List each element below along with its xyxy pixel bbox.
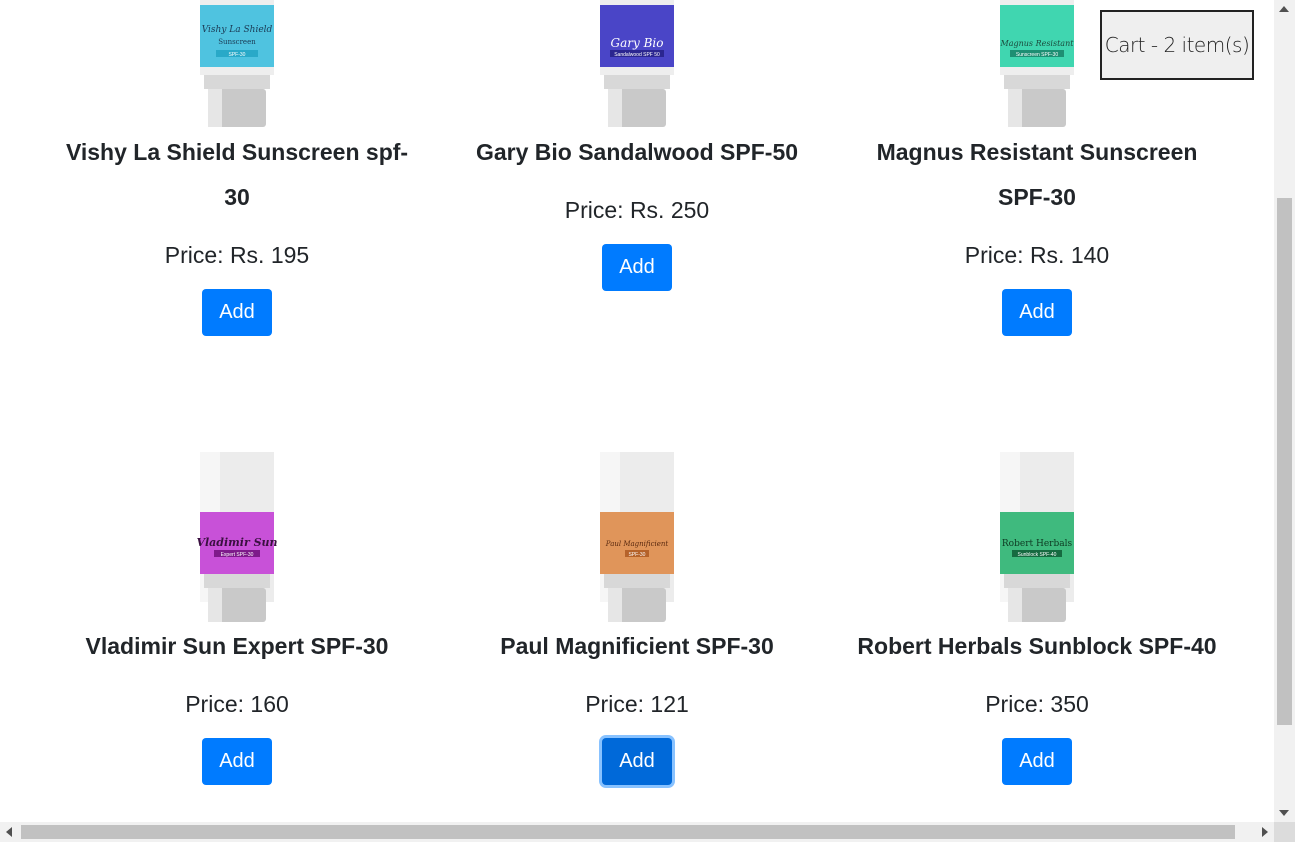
product-image: Vladimir Sun Expert SPF-30 [196, 452, 278, 622]
add-to-cart-button[interactable]: Add [602, 244, 672, 291]
scroll-down-arrow-icon[interactable] [1279, 810, 1289, 816]
product-price: Price: 350 [985, 691, 1089, 717]
scroll-right-arrow-icon[interactable] [1262, 827, 1268, 837]
add-to-cart-button[interactable]: Add [202, 738, 272, 785]
product-name: Paul Magnificient SPF-30 [500, 633, 774, 659]
product-card: Vishy La Shield Sunscreen SPF-30 Vishy L… [37, 0, 437, 336]
svg-text:Sunscreen: Sunscreen [218, 38, 256, 46]
svg-text:Magnus Resistant: Magnus Resistant [1000, 39, 1075, 48]
product-card: Paul Magnificient SPF-30 Paul Magnificie… [437, 452, 837, 785]
cart-button[interactable]: Cart - 2 item(s) [1100, 10, 1254, 80]
scroll-up-arrow-icon[interactable] [1279, 6, 1289, 12]
scroll-left-arrow-icon[interactable] [6, 827, 12, 837]
svg-text:Robert Herbals: Robert Herbals [1002, 539, 1073, 549]
product-price: Price: Rs. 140 [964, 242, 1110, 268]
svg-text:Sandalwood SPF 50: Sandalwood SPF 50 [614, 52, 660, 58]
svg-text:Vishy La Shield: Vishy La Shield [202, 25, 273, 35]
product-price: Price: 160 [185, 691, 289, 717]
horizontal-scroll-thumb[interactable] [21, 825, 1235, 839]
vertical-scroll-thumb[interactable] [1277, 198, 1292, 725]
horizontal-scrollbar[interactable] [0, 822, 1274, 842]
svg-text:Paul Magnificient: Paul Magnificient [605, 540, 669, 548]
svg-text:Sunblock SPF-40: Sunblock SPF-40 [1018, 552, 1057, 558]
svg-text:Vladimir Sun: Vladimir Sun [196, 536, 277, 549]
product-image: Magnus Resistant Sunscreen SPF-30 [1000, 0, 1075, 127]
product-image: Robert Herbals Sunblock SPF-40 [1000, 452, 1074, 622]
product-grid: Vishy La Shield Sunscreen SPF-30 Vishy L… [0, 0, 1274, 822]
product-price: Price: 121 [585, 691, 689, 717]
product-name: Vishy La Shield Sunscreen spf-30 [65, 139, 409, 210]
product-image: Paul Magnificient SPF-30 [600, 452, 674, 622]
add-to-cart-button[interactable]: Add [602, 738, 672, 785]
svg-text:SPF-30: SPF-30 [229, 52, 246, 58]
product-name: Vladimir Sun Expert SPF-30 [85, 633, 389, 659]
product-name: Magnus Resistant Sunscreen SPF-30 [876, 139, 1198, 210]
svg-text:Gary Bio: Gary Bio [611, 36, 664, 50]
svg-text:Sunscreen SPF-30: Sunscreen SPF-30 [1016, 52, 1058, 58]
product-card: Gary Bio Sandalwood SPF 50 Gary Bio Sand… [437, 0, 837, 291]
product-image: Gary Bio Sandalwood SPF 50 [600, 0, 674, 127]
vertical-scrollbar[interactable] [1274, 0, 1295, 822]
product-card: Vladimir Sun Expert SPF-30 Vladimir Sun … [37, 452, 437, 785]
product-image: Vishy La Shield Sunscreen SPF-30 [200, 0, 274, 127]
svg-text:Expert SPF-30: Expert SPF-30 [221, 552, 254, 558]
product-price: Price: Rs. 195 [164, 242, 310, 268]
product-name: Gary Bio Sandalwood SPF-50 [475, 139, 799, 165]
add-to-cart-button[interactable]: Add [1002, 289, 1072, 336]
product-name: Robert Herbals Sunblock SPF-40 [857, 633, 1217, 659]
product-price: Price: Rs. 250 [564, 197, 710, 223]
scrollbar-corner [1274, 822, 1295, 842]
product-card: Robert Herbals Sunblock SPF-40 Robert He… [837, 452, 1237, 785]
svg-text:SPF-30: SPF-30 [629, 552, 646, 558]
add-to-cart-button[interactable]: Add [1002, 738, 1072, 785]
add-to-cart-button[interactable]: Add [202, 289, 272, 336]
